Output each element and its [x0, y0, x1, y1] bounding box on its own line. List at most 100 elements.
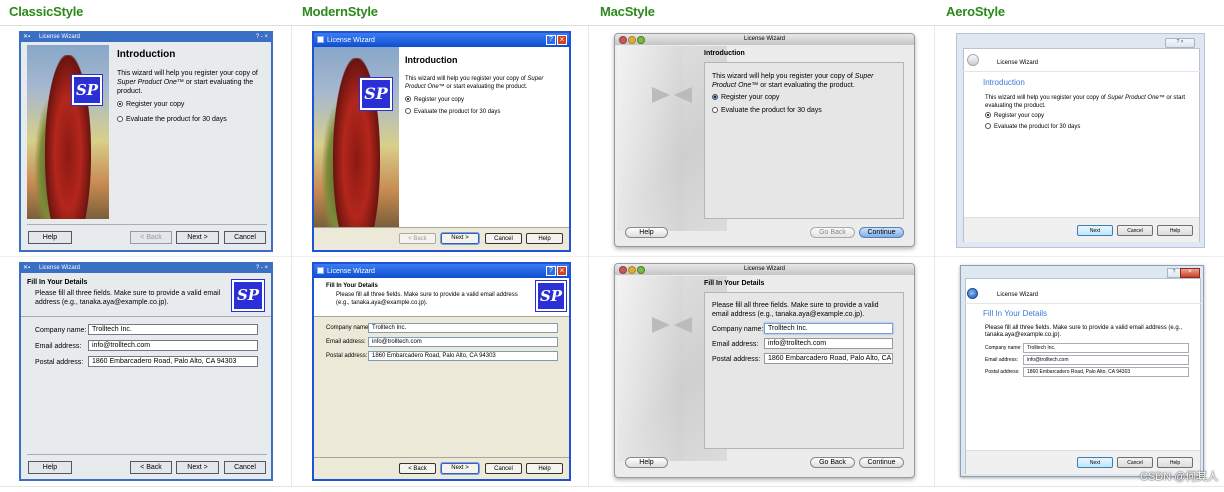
help-button[interactable]: Help [28, 461, 72, 474]
back-arrow-icon[interactable] [967, 54, 979, 66]
next-button[interactable]: Next > [440, 232, 480, 245]
csdn-watermark: CSDN @何其人 [1140, 471, 1219, 483]
cancel-button[interactable]: Cancel [224, 231, 266, 244]
register-radio[interactable]: Register your copy [117, 100, 184, 109]
email-input[interactable]: info@trolltech.com [764, 338, 893, 349]
close-titlebar-button[interactable]: × [557, 35, 567, 45]
back-arrow-icon[interactable]: ← [967, 288, 978, 299]
evaluate-label: Evaluate the product for 30 days [721, 107, 822, 114]
company-input[interactable]: Trolltech Inc. [764, 323, 893, 334]
go-back-button[interactable]: Go Back [810, 227, 855, 238]
cancel-button[interactable]: Cancel [485, 463, 522, 474]
register-radio[interactable]: Register your copy [405, 96, 464, 104]
help-titlebar-button[interactable]: ? [546, 35, 556, 45]
window-title: License Wizard [743, 36, 785, 42]
window-title: License Wizard [997, 60, 1039, 66]
modern-titlebar: License Wizard ? × [314, 264, 569, 278]
radio-unchecked-icon [117, 116, 123, 123]
separator [27, 224, 267, 225]
email-label: Email address: [712, 341, 759, 348]
close-titlebar-button[interactable]: × [557, 266, 567, 276]
intro-text: This wizard will help you register your … [405, 75, 555, 91]
intro-text-pre: This wizard will help you register your … [985, 95, 1108, 101]
postal-input[interactable]: 1860 Embarcadero Road, Palo Alto, CA 943… [88, 356, 258, 367]
email-input[interactable]: info@trolltech.com [368, 337, 558, 347]
intro-text: This wizard will help you register your … [117, 69, 267, 96]
separator [963, 71, 1200, 72]
next-button[interactable]: Next [1077, 225, 1113, 236]
page-title: Fill In Your Details [326, 283, 378, 289]
separator [27, 454, 267, 455]
next-button[interactable]: Next > [440, 462, 480, 475]
register-label: Register your copy [994, 113, 1045, 119]
help-button[interactable]: Help [526, 463, 563, 474]
page-title: Fill In Your Details [27, 279, 88, 286]
titlebar-controls[interactable]: ? - × [256, 33, 268, 42]
details-subtitle: Please fill all three fields. Make sure … [35, 290, 221, 306]
intro-text-post: or start evaluating the product. [758, 82, 855, 89]
company-input[interactable]: Trolltech Inc. [88, 324, 258, 335]
window-menu-icon[interactable]: ✕▪ [23, 33, 30, 42]
postal-label: Postal address: [35, 359, 84, 366]
window-menu-icon[interactable]: ✕▪ [23, 264, 30, 273]
help-titlebar-button[interactable]: ? [1167, 268, 1181, 278]
help-button[interactable]: Help [1157, 457, 1193, 468]
company-input[interactable]: Trolltech Inc. [1023, 343, 1189, 353]
product-name: Super Product One™ [1107, 95, 1165, 101]
evaluate-radio[interactable]: Evaluate the product for 30 days [712, 106, 822, 115]
email-input[interactable]: info@trolltech.com [88, 340, 258, 351]
evaluate-radio[interactable]: Evaluate the product for 30 days [117, 115, 227, 124]
modern-intro-window: License Wizard ? × SP Introduction This … [312, 31, 571, 252]
next-button[interactable]: Next > [176, 231, 219, 244]
back-button[interactable]: < Back [130, 461, 172, 474]
separator [314, 457, 569, 458]
help-button[interactable]: Help [526, 233, 563, 244]
product-name: Super Product One™ [117, 79, 184, 86]
help-button[interactable]: Help [1157, 225, 1193, 236]
postal-input[interactable]: 1860 Embarcadero Road, Palo Alto, CA 943… [368, 351, 558, 361]
separator [314, 316, 569, 317]
evaluate-radio[interactable]: Evaluate the product for 30 days [985, 123, 1080, 131]
postal-label: Postal address: [712, 356, 761, 363]
help-button[interactable]: Help [625, 227, 668, 238]
register-radio[interactable]: Register your copy [712, 93, 779, 102]
radio-checked-icon [117, 101, 123, 108]
sp-logo: SP [535, 280, 567, 312]
window-controls[interactable]: ? × [1165, 38, 1195, 48]
company-label: Company name: [985, 345, 1022, 351]
email-input[interactable]: info@trolltech.com [1023, 355, 1189, 365]
page-title: Introduction [704, 50, 745, 57]
radio-unchecked-icon [985, 123, 991, 130]
col-divider-3 [934, 26, 935, 486]
next-button[interactable]: Next > [176, 461, 219, 474]
back-button[interactable]: < Back [399, 463, 436, 474]
postal-input[interactable]: 1860 Embarcadero Road, Palo Alto, CA 943… [1023, 367, 1189, 377]
next-button[interactable]: Next [1077, 457, 1113, 468]
help-button[interactable]: Help [625, 457, 668, 468]
help-titlebar-button[interactable]: ? [546, 266, 556, 276]
register-radio[interactable]: Register your copy [985, 112, 1044, 120]
window-title: License Wizard [39, 265, 81, 271]
back-button[interactable]: < Back [399, 233, 436, 244]
evaluate-radio[interactable]: Evaluate the product for 30 days [405, 108, 500, 116]
window-title: License Wizard [327, 268, 375, 275]
cancel-button[interactable]: Cancel [485, 233, 522, 244]
cancel-button[interactable]: Cancel [1117, 457, 1153, 468]
app-icon [317, 36, 324, 43]
go-back-button[interactable]: Go Back [810, 457, 855, 468]
postal-input[interactable]: 1860 Embarcadero Road, Palo Alto, CA 94 [764, 353, 893, 364]
intro-text-pre: This wizard will help you register your … [405, 76, 528, 82]
close-titlebar-button[interactable]: × [1180, 268, 1200, 278]
register-label: Register your copy [721, 94, 780, 101]
cancel-button[interactable]: Cancel [1117, 225, 1153, 236]
help-button[interactable]: Help [28, 231, 72, 244]
titlebar-controls[interactable]: ? - × [256, 264, 268, 273]
continue-button[interactable]: Continue [859, 457, 904, 468]
continue-button[interactable]: Continue [859, 227, 904, 238]
details-subtitle: Please fill all three fields. Make sure … [985, 325, 1183, 338]
cancel-button[interactable]: Cancel [224, 461, 266, 474]
postal-label: Postal address: [326, 353, 368, 359]
back-button[interactable]: < Back [130, 231, 172, 244]
company-input[interactable]: Trolltech Inc. [368, 323, 558, 333]
company-label: Company name: [35, 327, 87, 334]
